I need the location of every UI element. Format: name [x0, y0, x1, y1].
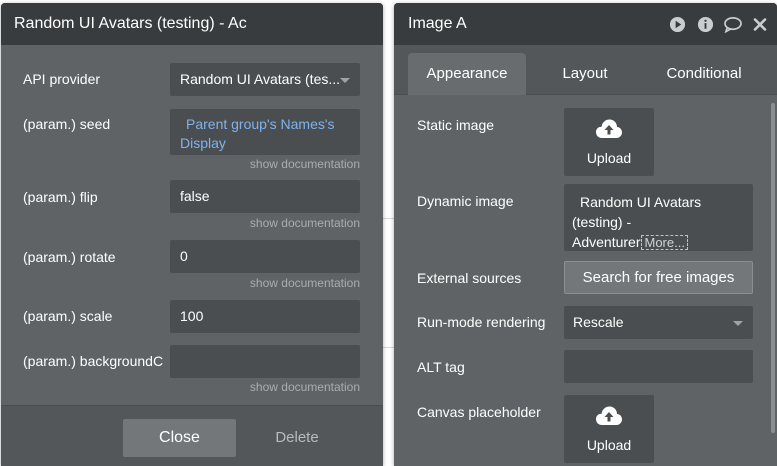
- info-icon[interactable]: [697, 16, 714, 33]
- run-mode-value: Rescale: [573, 314, 624, 330]
- delete-button[interactable]: Delete: [247, 419, 347, 457]
- param-rotate-label: (param.) rotate: [23, 249, 116, 265]
- dynamic-image-line: Adventurer: [572, 234, 641, 250]
- param-seed-field[interactable]: Parent group's Names's Display: [170, 109, 360, 155]
- param-scale-label: (param.) scale: [23, 308, 113, 324]
- show-documentation-link[interactable]: show documentation: [170, 276, 360, 290]
- canvas-placeholder-label: Canvas placeholder: [417, 404, 541, 420]
- upload-label: Upload: [586, 150, 632, 166]
- alt-tag-input[interactable]: [564, 350, 753, 383]
- chevron-down-icon: [340, 78, 350, 83]
- chevron-down-icon: [733, 321, 743, 326]
- param-rotate-input[interactable]: 0: [170, 240, 360, 273]
- tab-appearance[interactable]: Appearance: [408, 53, 526, 95]
- canvas-placeholder-upload[interactable]: Upload: [564, 395, 654, 463]
- param-flip-label: (param.) flip: [23, 189, 98, 205]
- close-button[interactable]: Close: [123, 419, 236, 457]
- static-image-label: Static image: [417, 117, 495, 133]
- run-mode-rendering-label: Run-mode rendering: [417, 314, 546, 330]
- param-scale-input[interactable]: 100: [170, 300, 360, 333]
- dynamic-image-label: Dynamic image: [417, 193, 514, 209]
- tab-layout[interactable]: Layout: [534, 53, 636, 95]
- scrollbar[interactable]: [771, 103, 775, 433]
- show-documentation-link[interactable]: show documentation: [170, 157, 360, 171]
- close-icon[interactable]: [752, 16, 768, 33]
- show-documentation-link[interactable]: show documentation: [170, 216, 360, 230]
- comment-icon[interactable]: [723, 16, 743, 33]
- tab-bar: Appearance Layout Conditional: [394, 45, 777, 95]
- upload-label: Upload: [586, 437, 632, 453]
- alt-tag-label: ALT tag: [417, 359, 465, 375]
- search-free-images-button[interactable]: Search for free images: [564, 261, 753, 294]
- param-seed-value[interactable]: Parent group's Names's Display: [180, 116, 335, 151]
- param-background-input[interactable]: [170, 345, 360, 378]
- panel-footer: Close Delete: [1, 405, 383, 466]
- static-image-upload[interactable]: Upload: [564, 108, 654, 176]
- api-properties-panel: Random UI Avatars (testing) - Ac API pro…: [1, 3, 383, 466]
- show-documentation-link[interactable]: show documentation: [170, 380, 360, 394]
- dynamic-image-line: Random UI Avatars: [580, 194, 702, 210]
- cloud-upload-icon: [596, 119, 622, 138]
- run-mode-rendering-dropdown[interactable]: Rescale: [564, 306, 753, 339]
- cloud-upload-icon: [596, 406, 622, 425]
- external-sources-label: External sources: [417, 270, 522, 286]
- panel-title[interactable]: Image A: [394, 3, 777, 45]
- param-seed-label: (param.) seed: [23, 116, 111, 132]
- param-background-label: (param.) backgroundC: [23, 353, 164, 369]
- dynamic-image-line: (testing) -: [572, 214, 632, 230]
- api-provider-dropdown[interactable]: Random UI Avatars (tes...: [170, 63, 360, 96]
- image-properties-panel: Image A Appearance Layout Conditional St…: [394, 3, 777, 466]
- play-icon[interactable]: [669, 16, 686, 33]
- panel-title[interactable]: Random UI Avatars (testing) - Ac: [1, 3, 383, 45]
- more-link[interactable]: More...: [641, 235, 688, 250]
- api-provider-label: API provider: [23, 71, 101, 87]
- api-provider-value: Random UI Avatars (tes...: [180, 71, 341, 87]
- param-flip-input[interactable]: false: [170, 180, 360, 213]
- tab-conditional[interactable]: Conditional: [646, 53, 762, 95]
- dynamic-image-field[interactable]: Random UI Avatars (testing) - Adventurer…: [564, 184, 753, 251]
